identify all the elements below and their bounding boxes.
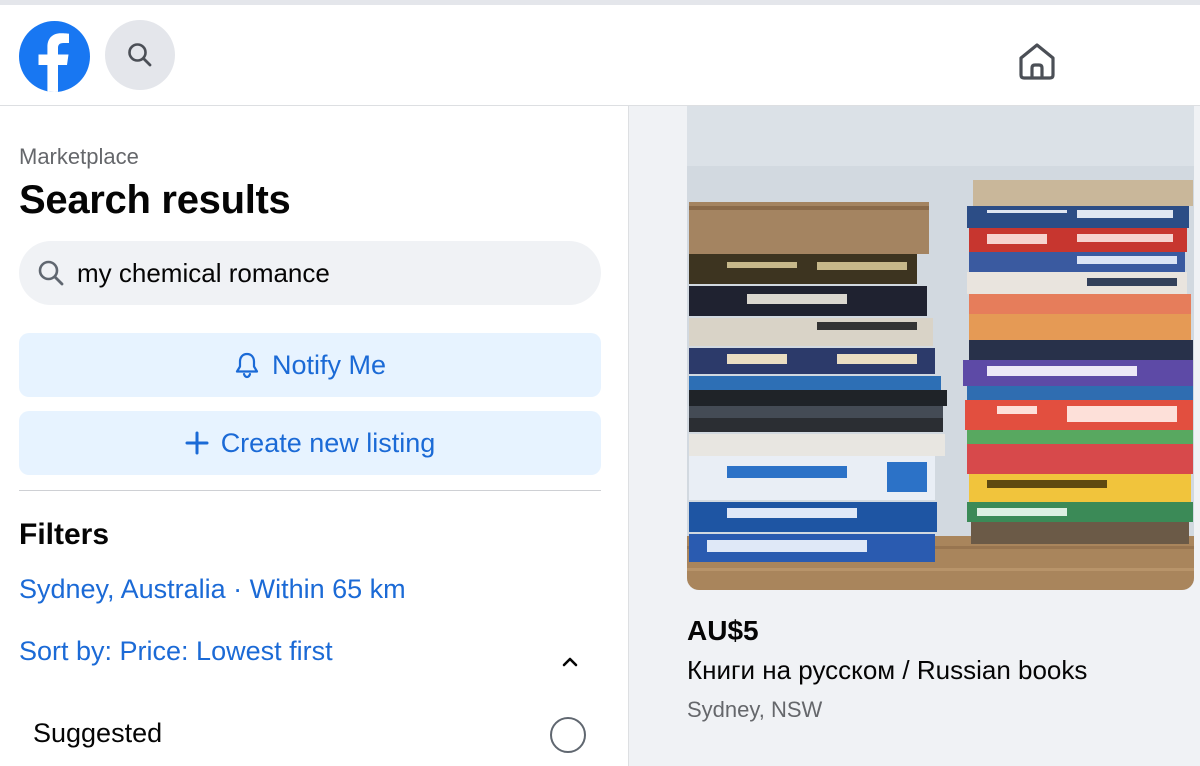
top-navigation-bar [0, 0, 1200, 106]
sort-by-toggle[interactable]: Sort by: Price: Lowest first [19, 636, 333, 667]
listing-photo[interactable] [687, 106, 1194, 590]
home-icon [1019, 43, 1055, 80]
listing-price[interactable]: AU$5 [687, 615, 759, 647]
chevron-up-icon[interactable] [556, 648, 584, 676]
sort-option-suggested-label[interactable]: Suggested [33, 718, 162, 749]
filters-heading: Filters [19, 518, 110, 551]
home-button[interactable] [1009, 33, 1065, 89]
create-listing-button[interactable]: Create new listing [19, 411, 601, 475]
search-button[interactable] [105, 20, 175, 90]
location-filter-link[interactable]: Sydney, Australia · Within 65 km [19, 574, 406, 605]
notify-me-button[interactable]: Notify Me [19, 333, 601, 397]
sort-option-suggested-radio[interactable] [550, 717, 586, 753]
search-icon [128, 43, 152, 67]
plus-icon [185, 431, 209, 455]
divider [19, 490, 601, 491]
create-listing-label: Create new listing [220, 427, 436, 458]
search-input[interactable]: my chemical romance [19, 241, 601, 305]
search-query-text: my chemical romance [77, 257, 330, 288]
listing-title[interactable]: Книги на русском / Russian books [687, 655, 1087, 686]
breadcrumb[interactable]: Marketplace [19, 144, 139, 170]
listing-location: Sydney, NSW [687, 697, 823, 722]
bell-icon [234, 351, 260, 379]
search-sidebar: Marketplace Search results my chemical r… [0, 106, 629, 766]
search-icon [38, 260, 64, 286]
facebook-logo-icon[interactable] [19, 21, 90, 92]
notify-me-label: Notify Me [271, 349, 387, 380]
page-title: Search results [19, 178, 291, 222]
